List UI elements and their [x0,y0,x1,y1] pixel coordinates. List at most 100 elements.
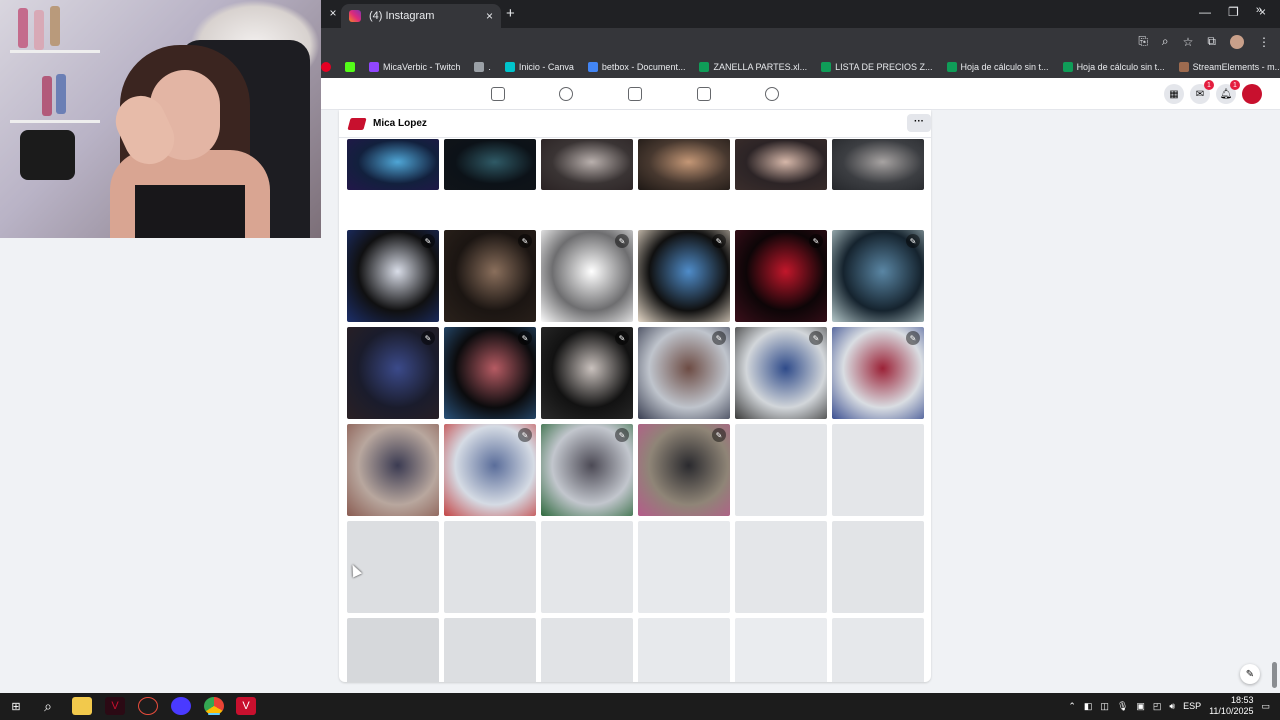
language-indicator[interactable]: ESP [1183,701,1201,711]
photo-thumbnail[interactable]: ✎ [832,230,924,322]
marketplace-icon[interactable] [697,87,711,101]
groups-icon[interactable] [765,87,779,101]
page-scrollbar[interactable] [1270,110,1278,692]
microphone-icon[interactable]: 🎙︎ [1117,701,1128,712]
edit-photo-icon[interactable]: ✎ [518,331,532,345]
network-icon[interactable]: ◰ [1153,701,1162,712]
volume-icon[interactable]: 🔊︎ [1169,701,1175,712]
photo-placeholder [347,521,439,613]
app-icon[interactable]: V [105,697,125,715]
photo-thumbnail[interactable]: ✎ [638,424,730,516]
account-avatar[interactable] [1242,84,1262,104]
bookmark-pinterest[interactable] [321,62,331,72]
windows-taskbar: ⊞ ⌕ V V ⌃ ◧ ◫ 🎙︎ ▣ ◰ 🔊︎ ESP 18:53 11/10/… [0,693,1280,720]
edit-photo-icon[interactable]: ✎ [712,428,726,442]
tab-instagram[interactable]: (4) Instagram × [341,4,501,28]
photo-thumbnail[interactable]: ✎ [541,424,633,516]
edit-photo-icon[interactable]: ✎ [518,234,532,248]
photo-thumbnail[interactable]: ✎ [347,327,439,419]
messenger-icon[interactable]: ✉ 1 [1190,80,1214,104]
photo-thumbnail[interactable]: ✎ [638,230,730,322]
close-tab-icon[interactable]: × [325,6,341,20]
edit-photo-icon[interactable]: ✎ [906,234,920,248]
app-icon[interactable] [171,697,191,715]
edit-photo-icon[interactable]: ✎ [615,331,629,345]
profile-name[interactable]: Mica Lopez [373,118,427,129]
browser-menu-icon[interactable]: ⋮ [1258,35,1270,49]
edit-photo-icon[interactable]: ✎ [906,331,920,345]
minimize-icon[interactable]: — [1199,5,1211,19]
photo-thumbnail[interactable] [347,139,439,190]
bookmark-label: Inicio - Canva [518,62,574,72]
bookmark-item[interactable]: ZANELLA PARTES.xl... [699,62,807,72]
bookmark-item[interactable]: . [474,62,491,72]
bookmark-item[interactable]: LISTA DE PRECIOS Z... [821,62,933,72]
bookmark-item[interactable]: MicaVerbic - Twitch [369,62,460,72]
tray-app-icon[interactable]: ◧ [1084,701,1093,712]
photo-thumbnail[interactable] [444,139,536,190]
bookmark-kick[interactable] [345,62,355,72]
photo-thumbnail[interactable]: ✎ [735,230,827,322]
photo-thumbnail[interactable]: ✎ [444,327,536,419]
tray-app-icon[interactable]: ◫ [1100,701,1109,712]
watch-icon[interactable] [628,87,642,101]
close-tab-icon[interactable]: × [486,9,493,23]
edit-photo-icon[interactable]: ✎ [809,234,823,248]
friends-icon[interactable] [559,87,573,101]
bookmark-star-icon[interactable]: ☆ [1183,35,1194,49]
install-app-icon[interactable]: ⎘ [1138,34,1148,49]
chevron-up-icon[interactable]: ⌃ [1068,701,1076,712]
photo-thumbnail[interactable] [541,139,633,190]
scrollbar-thumb[interactable] [1272,662,1277,688]
photo-placeholder [832,618,924,682]
clock[interactable]: 18:53 11/10/2025 [1209,695,1253,717]
bookmark-item[interactable]: betbox - Document... [587,62,685,72]
extensions-icon[interactable]: ⧉ [1207,34,1216,49]
photo-thumbnail[interactable]: ✎ [832,327,924,419]
photo-thumbnail[interactable]: ✎ [444,230,536,322]
edit-photo-icon[interactable]: ✎ [712,331,726,345]
menu-grid-icon[interactable]: ▦ [1164,84,1184,104]
photo-thumbnail[interactable] [347,424,439,516]
more-options-button[interactable]: ··· [907,114,931,132]
edit-photo-icon[interactable]: ✎ [615,234,629,248]
photo-thumbnail[interactable] [832,139,924,190]
edit-photo-icon[interactable]: ✎ [712,234,726,248]
bookmarks-more-icon[interactable]: » [1256,4,1262,16]
new-tab-button[interactable]: + [506,5,515,22]
photo-thumbnail[interactable] [638,139,730,190]
bookmark-item[interactable]: Hoja de cálculo sin t... [946,62,1049,72]
restore-icon[interactable]: ❐ [1228,5,1239,19]
bottle [18,8,28,48]
photo-thumbnail[interactable]: ✎ [735,327,827,419]
bookmark-item[interactable]: StreamElements - m... [1178,62,1280,72]
profile-avatar[interactable] [1230,34,1244,49]
edit-photo-icon[interactable]: ✎ [615,428,629,442]
file-explorer-icon[interactable] [72,697,92,715]
shelf [10,120,100,123]
start-button[interactable]: ⊞ [6,697,26,715]
notifications-icon[interactable]: 🔔︎ 1 [1216,80,1240,104]
edit-photo-icon[interactable]: ✎ [518,428,532,442]
photo-thumbnail[interactable] [735,139,827,190]
edit-photo-icon[interactable]: ✎ [809,331,823,345]
chrome-icon[interactable] [204,697,224,715]
zoom-icon[interactable]: ⌕ [1162,34,1169,49]
search-icon[interactable]: ⌕ [38,697,58,715]
edit-photo-icon[interactable]: ✎ [421,234,435,248]
app-icon[interactable]: V [236,697,256,715]
photo-thumbnail[interactable]: ✎ [638,327,730,419]
photo-thumbnail[interactable]: ✎ [541,327,633,419]
photo-placeholder [638,521,730,613]
home-icon[interactable] [491,87,505,101]
bookmark-item[interactable]: Hoja de cálculo sin t... [1062,62,1165,72]
edit-photo-icon[interactable]: ✎ [421,331,435,345]
app-icon[interactable] [138,697,158,715]
photo-thumbnail[interactable]: ✎ [541,230,633,322]
new-message-button[interactable]: ✎ [1240,664,1260,684]
tray-app-icon[interactable]: ▣ [1136,701,1145,712]
photo-thumbnail[interactable]: ✎ [347,230,439,322]
notification-center-icon[interactable]: ▭ [1261,701,1270,712]
photo-thumbnail[interactable]: ✎ [444,424,536,516]
bookmark-item[interactable]: Inicio - Canva [504,62,574,72]
